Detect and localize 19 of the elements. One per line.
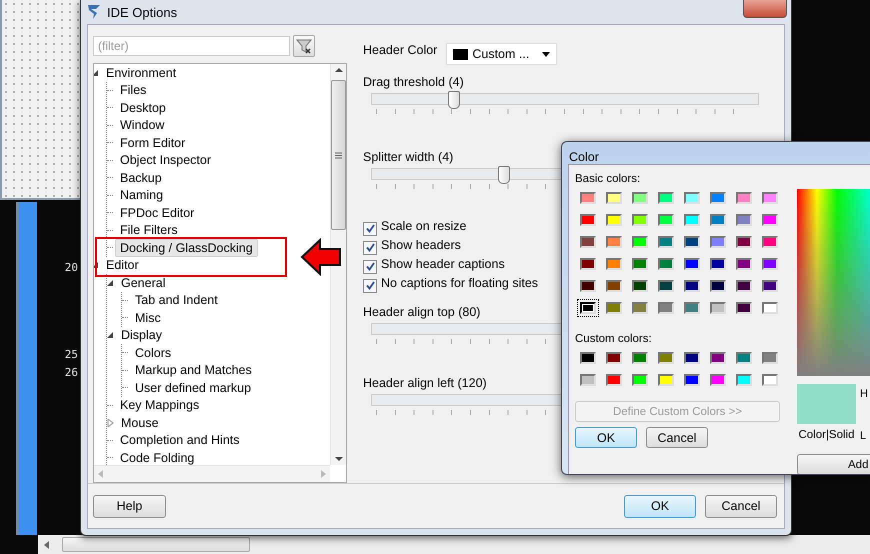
slider-label: Header align left (120) [363,376,487,390]
line-number: 26 [64,366,78,380]
section-label: Custom colors: [575,333,653,345]
field-label: L [860,430,868,442]
line-number: 20 [64,260,78,276]
checkbox-label: No captions for floating sites [381,276,538,290]
slider-label: Drag threshold (4) [363,75,464,89]
checkbox-label: Show headers [381,238,461,252]
checkbox-label: Scale on resize [381,219,466,233]
line-number: 25 [64,348,78,363]
field-label: H [860,388,868,400]
field-label: Header Color [363,43,438,57]
slider-label: Splitter width (4) [363,150,454,164]
preview-label: Color|Solid [798,429,855,441]
section-label: Basic colors: [575,173,642,185]
checkbox-label: Show header captions [381,257,505,271]
slider-label: Header align top (80) [363,305,480,319]
window-title: IDE Options [107,4,178,20]
dialog-title: Color [568,149,600,164]
